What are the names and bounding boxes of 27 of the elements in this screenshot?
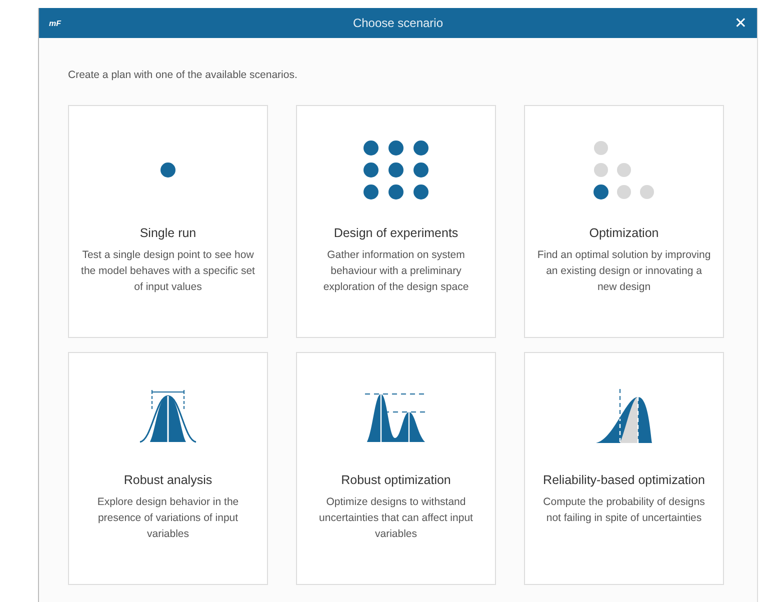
card-description: Explore design behavior in the presence of variations of input variables: [96, 495, 240, 542]
app-logo: mF: [49, 18, 62, 28]
scenario-card[interactable]: Optimization Find an optimal solution by improving an existing design or innovating a new design: [524, 105, 724, 338]
card-description: Test a single design point to see how the model behaves with a specific set of input values: [80, 248, 256, 295]
close-button[interactable]: ✕: [707, 14, 747, 32]
card-title: Robust analysis: [124, 473, 212, 487]
card-title: Reliability-based optimization: [543, 473, 705, 487]
card-description: Compute the probability of designs not failing in spite of uncertainties: [542, 495, 706, 526]
card-description: Optimize designs to withstand uncertainties that can affect input variables: [318, 495, 474, 542]
scenario-card[interactable]: Robust optimization Optimize designs to withstand uncertainties that can affect input variables: [296, 352, 496, 585]
card-title: Robust optimization: [341, 473, 451, 487]
scenario-card[interactable]: Design of experiments Gather information on system behaviour with a preliminary exploration of the design space: [296, 105, 496, 338]
dot-icon: [160, 162, 176, 178]
dot-grid-icon: [363, 140, 429, 200]
skewed-curve-icon: [594, 389, 654, 445]
card-title: Optimization: [589, 226, 659, 240]
card-description: Find an optimal solution by improving an existing design or innovating a new design: [536, 248, 712, 295]
scenario-card[interactable]: Reliability-based optimization Compute the probability of designs not failing in spite of uncertainties: [524, 352, 724, 585]
bell-curve-icon: [138, 390, 198, 444]
scenario-card[interactable]: Single run Test a single design point to see how the model behaves with a specific set of input values: [68, 105, 268, 338]
scenario-card[interactable]: Robust analysis Explore design behavior in the presence of variations of input variables: [68, 352, 268, 585]
card-title: Design of experiments: [334, 226, 458, 240]
card-description: Gather information on system behaviour with a preliminary exploration of the design space: [322, 248, 470, 295]
intro-text: Create a plan with one of the available scenarios.: [68, 68, 298, 83]
card-title: Single run: [140, 226, 196, 240]
dot-triangle-icon: [593, 140, 655, 200]
window-title: Choose scenario: [352, 16, 444, 30]
